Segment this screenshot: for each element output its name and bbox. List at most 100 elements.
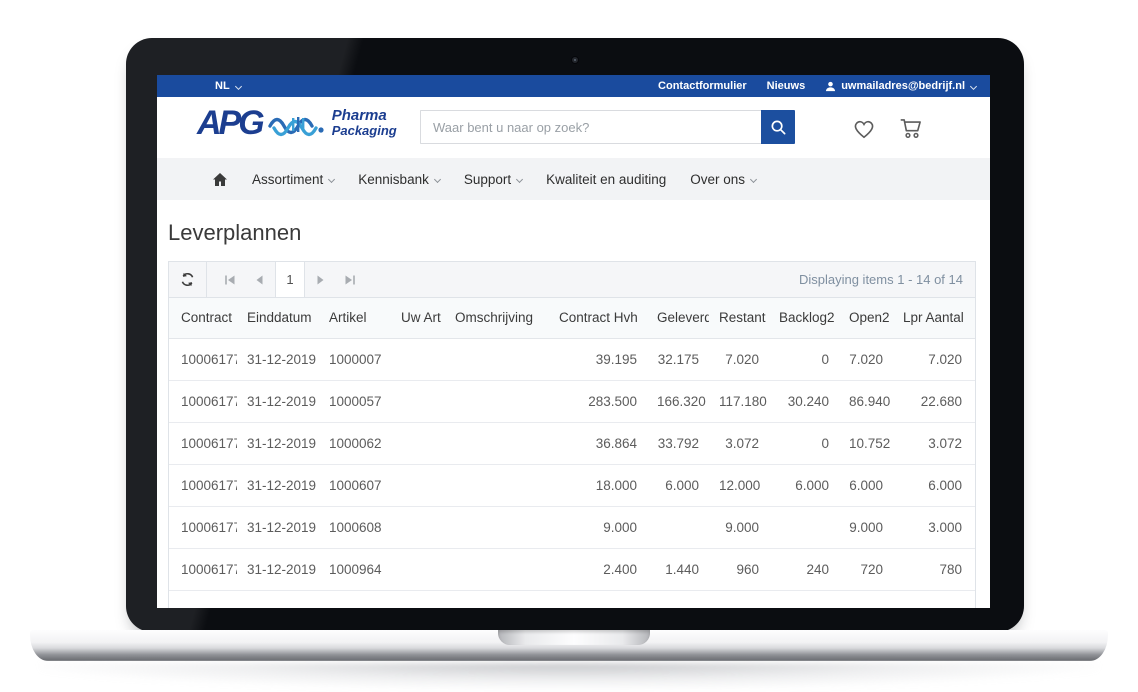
cell-artikel: 1000607 xyxy=(319,464,391,506)
cell-empty xyxy=(893,590,975,608)
cell-empty xyxy=(237,590,319,608)
cell-backlog2: 0 xyxy=(769,338,839,380)
cell-empty xyxy=(549,590,647,608)
col-header-contract[interactable]: Contract xyxy=(169,298,237,338)
main-nav: Assortiment Kennisbank Support Kwaliteit en… xyxy=(157,158,990,200)
pager-status: Displaying items 1 - 14 of 14 xyxy=(799,272,975,287)
chevron-down-icon xyxy=(750,175,757,182)
cell-einddatum: 31-12-2019 xyxy=(237,338,319,380)
nav-item-label: Kennisbank xyxy=(358,172,429,187)
cell-empty xyxy=(445,590,549,608)
col-header-open2[interactable]: Open2 xyxy=(839,298,893,338)
refresh-button[interactable] xyxy=(169,262,207,297)
cell-artikel: 1000057 xyxy=(319,380,391,422)
cell-lpr-aantal: 6.000 xyxy=(893,464,975,506)
table-row[interactable]: 1000617731-12-201910009642.4001.44096024… xyxy=(169,548,975,590)
search-input[interactable] xyxy=(420,110,761,144)
cell-contract: 10006177 xyxy=(169,548,237,590)
cell-backlog2: 240 xyxy=(769,548,839,590)
table-row[interactable]: 1000617731-12-2019100006236.86433.7923.0… xyxy=(169,422,975,464)
pager-prev-button[interactable] xyxy=(245,262,275,297)
heart-icon xyxy=(851,116,877,140)
table-row[interactable]: 1000617731-12-2019100000739.19532.1757.0… xyxy=(169,338,975,380)
page-content: Leverplannen xyxy=(157,220,990,608)
cell-einddatum: 31-12-2019 xyxy=(237,506,319,548)
col-header-lpr-aantal[interactable]: Lpr Aantal xyxy=(893,298,975,338)
table-row[interactable]: 1000617731-12-2019100060718.0006.00012.0… xyxy=(169,464,975,506)
language-selector[interactable]: NL xyxy=(215,80,241,92)
cell-geleverd: 32.175 xyxy=(647,338,709,380)
pager-first-button[interactable] xyxy=(215,262,245,297)
nav-home-button[interactable] xyxy=(212,172,228,187)
search-button[interactable] xyxy=(761,110,795,144)
cell-artikel: 1000964 xyxy=(319,548,391,590)
nav-item-assortiment[interactable]: Assortiment xyxy=(252,172,334,187)
cell-contract: 10006177 xyxy=(169,380,237,422)
col-header-restant[interactable]: Restant xyxy=(709,298,769,338)
cell-open2: 86.940 xyxy=(839,380,893,422)
arrow-next-icon xyxy=(314,274,326,286)
contactformulier-link[interactable]: Contactformulier xyxy=(658,80,747,92)
cell-backlog2: 0 xyxy=(769,422,839,464)
cell-backlog2: 30.240 xyxy=(769,380,839,422)
cell-backlog2: 6.000 xyxy=(769,464,839,506)
nieuws-link[interactable]: Nieuws xyxy=(767,80,806,92)
account-menu[interactable]: uwmailadres@bedrijf.nl xyxy=(825,80,976,92)
col-header-uw-art[interactable]: Uw Art xyxy=(391,298,445,338)
refresh-icon xyxy=(180,272,195,287)
apg-logo[interactable]: APG Pharma Packaging xyxy=(197,106,397,140)
col-header-backlog2[interactable]: Backlog2 xyxy=(769,298,839,338)
nav-item-label: Kwaliteit en auditing xyxy=(546,172,666,187)
shopping-cart-icon xyxy=(898,116,924,140)
seek-last-icon xyxy=(344,274,356,286)
cell-omschrijving xyxy=(445,464,549,506)
cell-geleverd: 166.320 xyxy=(647,380,709,422)
pager-next-button[interactable] xyxy=(305,262,335,297)
chevron-down-icon xyxy=(328,175,335,182)
cell-restant: 117.180 xyxy=(709,380,769,422)
cell-open2: 6.000 xyxy=(839,464,893,506)
cell-backlog2 xyxy=(769,506,839,548)
cell-geleverd: 6.000 xyxy=(647,464,709,506)
cell-uw-art xyxy=(391,464,445,506)
chevron-down-icon xyxy=(434,175,441,182)
col-header-geleverd[interactable]: Geleverd xyxy=(647,298,709,338)
nav-item-kwaliteit-en-auditing[interactable]: Kwaliteit en auditing xyxy=(546,172,666,187)
nav-item-label: Support xyxy=(464,172,511,187)
nav-item-over-ons[interactable]: Over ons xyxy=(690,172,756,187)
chevron-down-icon xyxy=(970,82,977,89)
cell-contract: 10006177 xyxy=(169,338,237,380)
arrow-prev-icon xyxy=(254,274,266,286)
contactformulier-label: Contactformulier xyxy=(658,80,747,92)
nav-item-kennisbank[interactable]: Kennisbank xyxy=(358,172,440,187)
account-email: uwmailadres@bedrijf.nl xyxy=(841,80,965,92)
language-label: NL xyxy=(215,80,230,92)
cell-omschrijving xyxy=(445,506,549,548)
cell-uw-art xyxy=(391,380,445,422)
cell-restant: 7.020 xyxy=(709,338,769,380)
pager-current-page[interactable]: 1 xyxy=(275,262,305,297)
col-header-einddatum[interactable]: Einddatum xyxy=(237,298,319,338)
cell-contract-hvh: 36.864 xyxy=(549,422,647,464)
cell-artikel: 1000062 xyxy=(319,422,391,464)
cell-artikel: 1000608 xyxy=(319,506,391,548)
cell-omschrijving xyxy=(445,380,549,422)
cell-geleverd: 33.792 xyxy=(647,422,709,464)
col-header-contract-hvh[interactable]: Contract Hvh xyxy=(549,298,647,338)
cart-button[interactable] xyxy=(898,116,924,145)
cell-restant: 9.000 xyxy=(709,506,769,548)
top-utility-bar: NL Contactformulier Nieuws uwmailadres@b… xyxy=(157,75,990,97)
cell-contract: 10006177 xyxy=(169,506,237,548)
nav-item-support[interactable]: Support xyxy=(464,172,522,187)
col-header-omschrijving[interactable]: Omschrijving xyxy=(445,298,549,338)
pager-last-button[interactable] xyxy=(335,262,365,297)
chevron-down-icon xyxy=(516,175,523,182)
cell-open2: 9.000 xyxy=(839,506,893,548)
table-header-row: ContractEinddatumArtikelUw ArtOmschrijvi… xyxy=(169,298,975,338)
cell-contract: 10006177 xyxy=(169,422,237,464)
col-header-artikel[interactable]: Artikel xyxy=(319,298,391,338)
wishlist-button[interactable] xyxy=(851,116,877,145)
table-row[interactable]: 1000617731-12-20191000057283.500166.3201… xyxy=(169,380,975,422)
table-row[interactable]: 1000617731-12-201910006089.0009.0009.000… xyxy=(169,506,975,548)
cell-einddatum: 31-12-2019 xyxy=(237,380,319,422)
